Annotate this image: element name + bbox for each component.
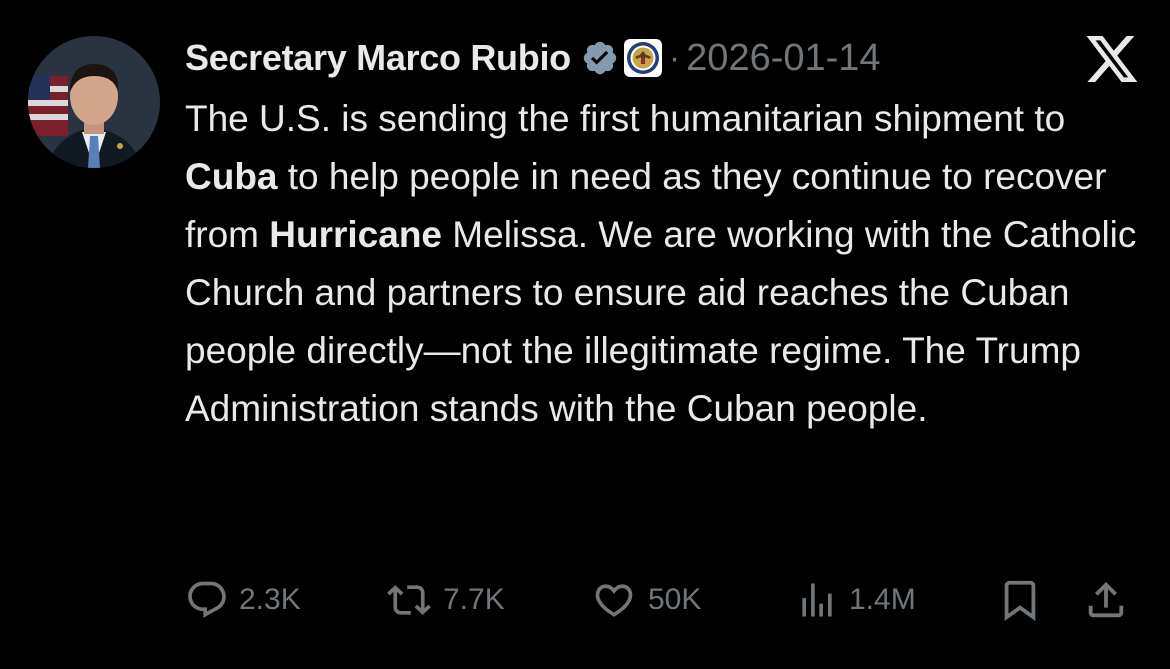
tweet-text-segment: The U.S. is sending the first humanitari…	[185, 98, 1066, 139]
views-button[interactable]: 1.4M	[795, 572, 916, 628]
views-count: 1.4M	[849, 583, 916, 616]
author-name[interactable]: Secretary Marco Rubio	[185, 37, 571, 79]
tweet-header: Secretary Marco Rubio · 2026-01-14	[185, 30, 881, 86]
tweet-text-bold-cuba: Cuba	[185, 156, 278, 197]
heart-icon	[590, 578, 638, 622]
state-department-seal-icon[interactable]	[623, 38, 663, 78]
avatar[interactable]	[28, 36, 160, 168]
tweet-text: The U.S. is sending the first humanitari…	[185, 90, 1145, 438]
verified-badge-icon[interactable]	[581, 39, 619, 77]
bookmark-button[interactable]	[997, 572, 1043, 628]
share-button[interactable]	[1083, 572, 1129, 628]
share-icon	[1083, 577, 1129, 623]
repost-button[interactable]: 7.7K	[385, 572, 505, 628]
tweet: Secretary Marco Rubio · 2026-01-14 The U…	[0, 0, 1170, 669]
action-bar: 2.3K 7.7K 50K 1.4M	[185, 572, 1145, 628]
meta-separator: ·	[668, 38, 681, 77]
post-date[interactable]: 2026-01-14	[686, 37, 880, 80]
views-chart-icon	[795, 578, 839, 622]
x-logo-icon[interactable]	[1086, 36, 1138, 82]
reply-icon	[185, 578, 229, 622]
repost-icon	[385, 578, 433, 622]
reply-count: 2.3K	[239, 583, 301, 616]
like-count: 50K	[648, 583, 702, 616]
bookmark-icon	[997, 577, 1043, 623]
tweet-text-bold-hurricane: Hurricane	[269, 214, 443, 255]
repost-count: 7.7K	[443, 583, 505, 616]
reply-button[interactable]: 2.3K	[185, 572, 301, 628]
like-button[interactable]: 50K	[590, 572, 701, 628]
